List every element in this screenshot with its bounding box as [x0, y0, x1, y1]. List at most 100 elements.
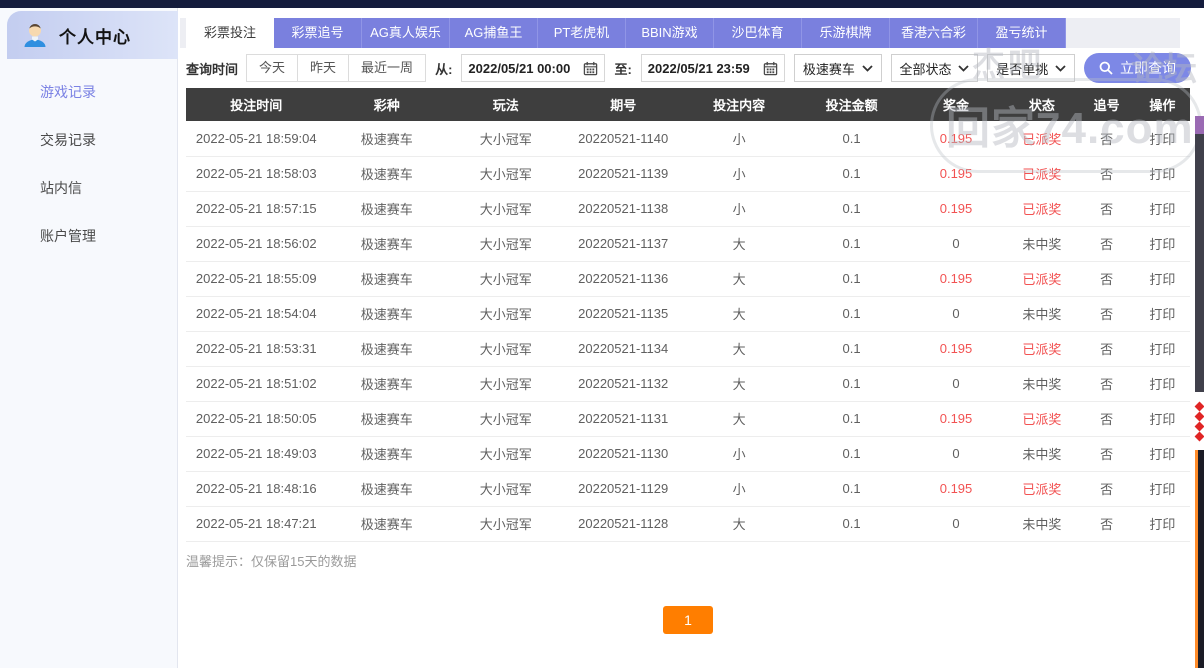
to-date-input[interactable]: [640, 54, 785, 82]
strip-purple-segment[interactable]: [1195, 116, 1204, 134]
cell-issue: 20220521-1130: [564, 436, 682, 472]
cell-action[interactable]: 打印: [1134, 506, 1190, 542]
table-row: 2022-05-21 18:56:02 极速赛车 大小冠军 20220521-1137…: [186, 226, 1190, 262]
cell-action[interactable]: 打印: [1134, 226, 1190, 262]
cell-time: 2022-05-21 18:56:02: [186, 226, 327, 262]
cell-issue: 20220521-1140: [564, 121, 682, 157]
from-date-value[interactable]: [468, 60, 581, 76]
sidebar-item-1[interactable]: 游戏记录: [0, 68, 177, 116]
cell-action[interactable]: 打印: [1134, 331, 1190, 367]
column-header: 投注金额: [796, 88, 907, 121]
tab-3[interactable]: AG真人娱乐: [362, 18, 450, 48]
table-row: 2022-05-21 18:55:09 极速赛车 大小冠军 20220521-1136…: [186, 261, 1190, 297]
cell-prize: 0: [906, 296, 1006, 332]
cell-status: 已派奖: [1005, 156, 1079, 192]
bet-records-table: 投注时间 彩种 玩法 期号 投注内容 投注金额 奖金 状态 追号 操作 2022-05-21 18…: [186, 88, 1190, 542]
cell-prize: 0.195: [906, 121, 1006, 157]
tab-8[interactable]: 乐游棋牌: [802, 18, 890, 48]
sidebar-item-4[interactable]: 账户管理: [0, 212, 177, 260]
cell-action[interactable]: 打印: [1134, 366, 1190, 402]
cell-play: 大小冠军: [447, 121, 565, 157]
tab-5[interactable]: PT老虎机: [538, 18, 626, 48]
chevron-down-icon: [1055, 64, 1066, 72]
cell-status: 未中奖: [1005, 366, 1079, 402]
cell-time: 2022-05-21 18:53:31: [186, 331, 327, 367]
lottery-select[interactable]: 极速赛车: [793, 54, 882, 82]
table-row: 2022-05-21 18:47:21 极速赛车 大小冠军 20220521-1128…: [186, 506, 1190, 542]
cell-prize: 0: [906, 506, 1006, 542]
cell-lottery: 极速赛车: [326, 506, 448, 542]
cell-action[interactable]: 打印: [1134, 121, 1190, 157]
tab-2[interactable]: 彩票追号: [274, 18, 362, 48]
page-button-1[interactable]: 1: [663, 606, 713, 634]
cell-content: 大: [681, 401, 797, 437]
chevron-down-icon: [861, 64, 873, 72]
column-header: 期号: [564, 88, 682, 121]
cell-amount: 0.1: [796, 296, 907, 332]
quick-range-button-3[interactable]: 最近一周: [348, 54, 427, 82]
side-float-strip[interactable]: [1194, 116, 1204, 668]
cell-time: 2022-05-21 18:48:16: [186, 471, 327, 507]
pagination: 1: [186, 606, 1190, 634]
cell-action[interactable]: 打印: [1134, 191, 1190, 227]
cell-status: 已派奖: [1005, 401, 1079, 437]
sidebar-item-2[interactable]: 交易记录: [0, 116, 177, 164]
cell-action[interactable]: 打印: [1134, 436, 1190, 472]
cell-status: 已派奖: [1005, 471, 1079, 507]
status-select-value: 全部状态: [899, 61, 952, 77]
single-pick-select[interactable]: 是否单挑: [987, 54, 1076, 82]
tab-1[interactable]: 彩票投注: [186, 18, 274, 48]
cell-amount: 0.1: [796, 121, 907, 157]
cell-play: 大小冠军: [447, 156, 565, 192]
cell-content: 大: [681, 296, 797, 332]
cell-play: 大小冠军: [447, 436, 565, 472]
tab-7[interactable]: 沙巴体育: [714, 18, 802, 48]
status-select[interactable]: 全部状态: [890, 54, 979, 82]
quick-range-button-2[interactable]: 昨天: [297, 54, 350, 82]
cell-issue: 20220521-1131: [564, 401, 682, 437]
strip-dark-segment[interactable]: [1195, 134, 1204, 392]
cell-lottery: 极速赛车: [326, 261, 448, 297]
cell-action[interactable]: 打印: [1134, 471, 1190, 507]
to-date-value[interactable]: [647, 60, 760, 76]
cell-action[interactable]: 打印: [1134, 401, 1190, 437]
calendar-icon[interactable]: [583, 61, 598, 76]
column-header: 彩种: [326, 88, 448, 121]
cell-lottery: 极速赛车: [326, 366, 448, 402]
cell-prize: 0.195: [906, 191, 1006, 227]
cell-issue: 20220521-1134: [564, 331, 682, 367]
cell-issue: 20220521-1136: [564, 261, 682, 297]
tab-9[interactable]: 香港六合彩: [890, 18, 978, 48]
cell-action[interactable]: 打印: [1134, 261, 1190, 297]
cell-amount: 0.1: [796, 401, 907, 437]
calendar-icon[interactable]: [763, 61, 778, 76]
cell-time: 2022-05-21 18:54:04: [186, 296, 327, 332]
cell-content: 大: [681, 506, 797, 542]
tab-4[interactable]: AG捕鱼王: [450, 18, 538, 48]
cell-action[interactable]: 打印: [1134, 296, 1190, 332]
tab-10[interactable]: 盈亏统计: [978, 18, 1066, 48]
tab-6[interactable]: BBIN游戏: [626, 18, 714, 48]
table-body: 2022-05-21 18:59:04 极速赛车 大小冠军 20220521-1140…: [186, 121, 1190, 542]
cell-chase: 否: [1078, 121, 1135, 157]
cell-play: 大小冠军: [447, 401, 565, 437]
retention-notice: 温馨提示：仅保留15天的数据: [186, 554, 357, 569]
cell-content: 大: [681, 331, 797, 367]
cell-chase: 否: [1078, 226, 1135, 262]
cell-status: 已派奖: [1005, 191, 1079, 227]
strip-bottom-segment[interactable]: [1195, 450, 1204, 668]
cell-play: 大小冠军: [447, 226, 565, 262]
cell-lottery: 极速赛车: [326, 191, 448, 227]
cell-chase: 否: [1078, 331, 1135, 367]
cell-amount: 0.1: [796, 366, 907, 402]
sidebar-item-3[interactable]: 站内信: [0, 164, 177, 212]
cell-prize: 0.195: [906, 331, 1006, 367]
search-button[interactable]: 立即查询: [1084, 53, 1192, 83]
cell-amount: 0.1: [796, 226, 907, 262]
table-row: 2022-05-21 18:49:03 极速赛车 大小冠军 20220521-1130…: [186, 436, 1190, 472]
quick-range-button-1[interactable]: 今天: [246, 54, 299, 82]
cell-action[interactable]: 打印: [1134, 156, 1190, 192]
from-date-input[interactable]: [461, 54, 606, 82]
cell-amount: 0.1: [796, 471, 907, 507]
cell-play: 大小冠军: [447, 471, 565, 507]
